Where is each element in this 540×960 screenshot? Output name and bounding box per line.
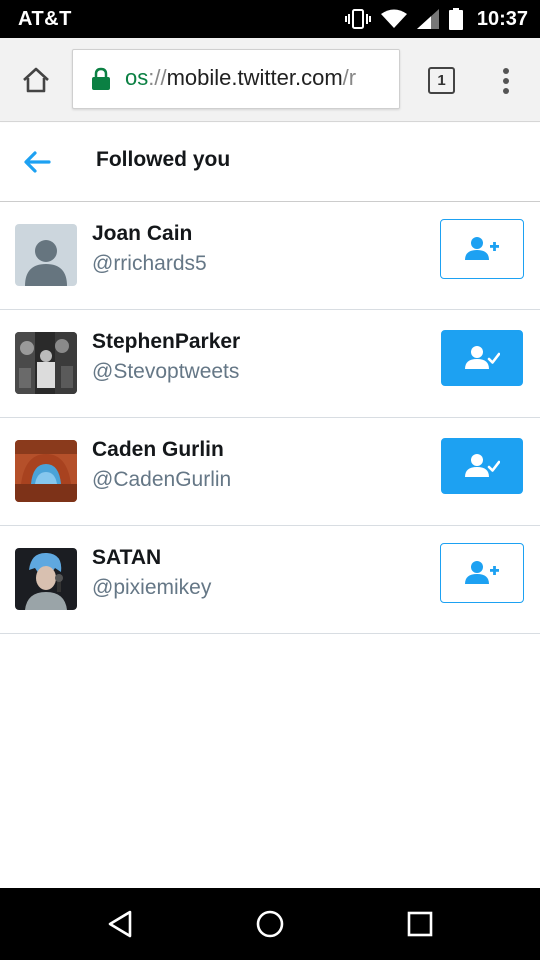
page-title: Followed you: [96, 148, 231, 171]
list-item[interactable]: SATAN @pixiemikey: [0, 526, 540, 634]
overflow-menu-icon[interactable]: [498, 66, 514, 96]
user-handle: @CadenGurlin: [92, 468, 232, 491]
browser-toolbar: os://mobile.twitter.com/r 1: [0, 38, 540, 122]
user-name[interactable]: Stephen⁠⁠Parker: [92, 330, 240, 354]
user-handle: @rrichards5: [92, 252, 207, 275]
avatar[interactable]: [15, 224, 77, 286]
url-path: /r: [342, 65, 357, 90]
user-name[interactable]: Joan Cain: [92, 222, 192, 246]
user-handle: @Stevoptweets: [92, 360, 240, 383]
url-separator: ://: [148, 65, 167, 90]
wifi-icon: [380, 9, 407, 29]
url-text: os://mobile.twitter.com/r: [125, 65, 356, 91]
system-back-button[interactable]: [100, 906, 140, 942]
user-check-icon: [465, 346, 500, 369]
list-item[interactable]: Joan Cain @rrichards5: [0, 202, 540, 310]
url-host: mobile.twitter.com: [166, 65, 343, 90]
following-button[interactable]: [441, 330, 523, 386]
status-bar: AT&T 10:37: [0, 0, 540, 38]
back-button[interactable]: [22, 149, 52, 175]
page-header: Followed you: [0, 123, 540, 202]
system-nav-bar: [0, 888, 540, 960]
user-name[interactable]: Caden Gurlin: [92, 438, 224, 462]
clock: 10:37: [476, 7, 528, 30]
tab-switcher-button[interactable]: 1: [428, 67, 455, 94]
user-name[interactable]: SATAN: [92, 546, 161, 570]
user-handle: @pixiemikey: [92, 576, 212, 599]
url-fade: [373, 50, 399, 108]
home-button[interactable]: [16, 60, 56, 100]
home-icon: [23, 67, 49, 93]
avatar[interactable]: [15, 332, 77, 394]
avatar[interactable]: [15, 440, 77, 502]
carrier-label: AT&T: [18, 8, 72, 30]
add-user-icon: [465, 561, 499, 584]
lock-icon: [92, 67, 110, 90]
url-bar[interactable]: os://mobile.twitter.com/r: [72, 49, 400, 109]
avatar[interactable]: [15, 548, 77, 610]
user-check-icon: [465, 454, 500, 477]
list-item[interactable]: Caden Gurlin @CadenGurlin: [0, 418, 540, 526]
menu-dot: [503, 68, 509, 74]
follow-button[interactable]: [440, 543, 524, 603]
system-home-button[interactable]: [250, 906, 290, 942]
url-scheme: os: [125, 65, 149, 90]
following-button[interactable]: [441, 438, 523, 494]
add-user-icon: [465, 237, 499, 260]
arrow-left-icon: [24, 151, 51, 173]
vibrate-icon: [344, 8, 371, 30]
menu-dot: [503, 78, 509, 84]
signal-icon: [416, 9, 439, 29]
system-recents-button[interactable]: [400, 906, 440, 942]
home-circle-icon: [256, 910, 284, 938]
recents-square-icon: [407, 911, 433, 937]
user-list: Joan Cain @rrichards5: [0, 202, 540, 634]
status-icons: 10:37: [344, 6, 528, 32]
menu-dot: [503, 88, 509, 94]
list-item[interactable]: Stephen⁠⁠Parker @Stevoptweets: [0, 310, 540, 418]
follow-button[interactable]: [440, 219, 524, 279]
battery-icon: [448, 8, 463, 30]
back-triangle-icon: [108, 910, 132, 938]
